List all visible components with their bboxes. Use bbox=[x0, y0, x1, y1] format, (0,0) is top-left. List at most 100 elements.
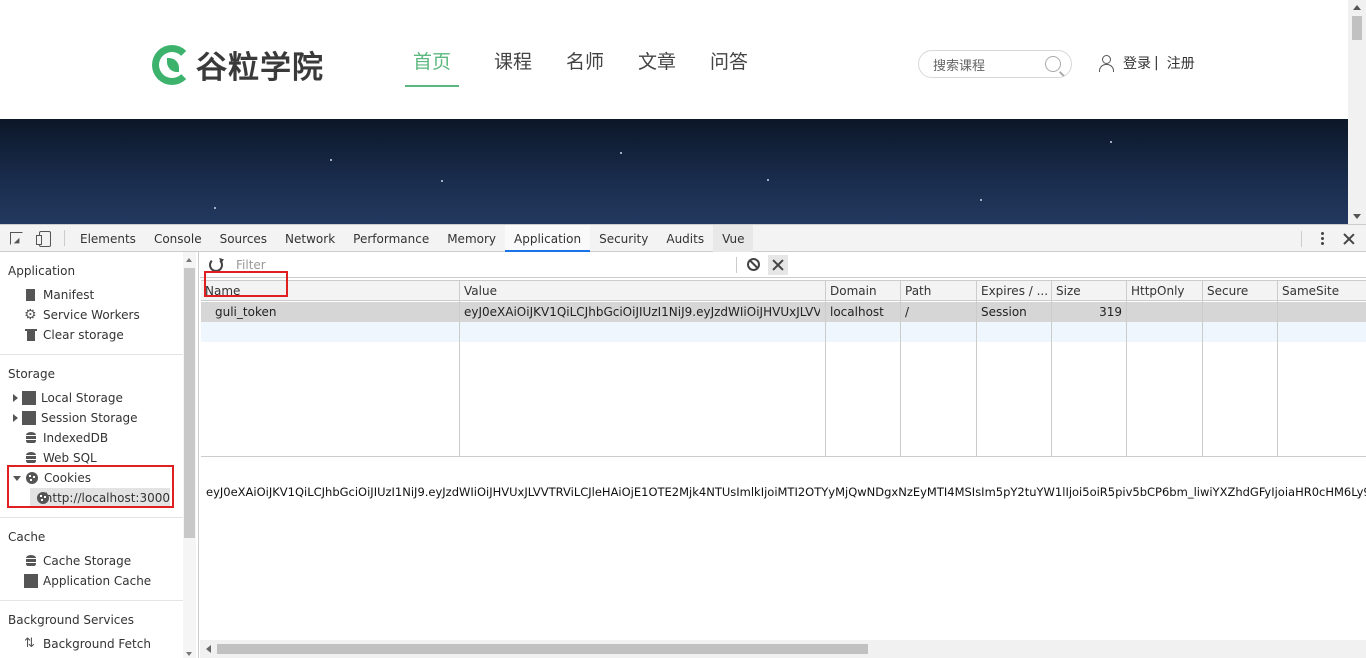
cell-expires[interactable]: Session bbox=[977, 302, 1051, 322]
cell-samesite[interactable] bbox=[1278, 302, 1366, 322]
cell-size[interactable]: 319 bbox=[1052, 302, 1126, 322]
sidebar-item-cache-storage[interactable]: Cache Storage bbox=[24, 551, 131, 571]
sidebar-item-application-cache[interactable]: Application Cache bbox=[24, 571, 151, 591]
header-value[interactable]: Value bbox=[460, 281, 825, 301]
header-samesite[interactable]: SameSite bbox=[1278, 281, 1366, 301]
horizontal-scroll-thumb[interactable] bbox=[217, 644, 868, 654]
site-logo[interactable]: 谷粒学院 bbox=[152, 42, 324, 87]
more-options-icon[interactable] bbox=[1314, 231, 1330, 247]
header-expires[interactable]: Expires / ... bbox=[977, 281, 1051, 301]
tab-security[interactable]: Security bbox=[590, 225, 657, 252]
logo-text: 谷粒学院 bbox=[196, 50, 324, 86]
tab-network[interactable]: Network bbox=[276, 225, 344, 252]
login-link[interactable]: 登录 bbox=[1123, 53, 1151, 73]
filter-input[interactable]: Filter bbox=[233, 254, 730, 275]
tab-memory[interactable]: Memory bbox=[438, 225, 505, 252]
nav-qa[interactable]: 问答 bbox=[693, 45, 765, 87]
sidebar-item-background-fetch[interactable]: Background Fetch bbox=[24, 634, 151, 654]
grid-icon bbox=[22, 411, 36, 425]
section-cache: Cache bbox=[8, 530, 46, 544]
page-scrollbar[interactable] bbox=[1348, 0, 1366, 224]
devtools-panel: Elements Console Sources Network Perform… bbox=[0, 224, 1366, 658]
horizontal-scrollbar[interactable] bbox=[200, 640, 1366, 658]
nav-courses[interactable]: 课程 bbox=[477, 45, 549, 87]
trash-icon bbox=[24, 328, 38, 342]
header-size[interactable]: Size bbox=[1052, 281, 1126, 301]
page-scroll-thumb[interactable] bbox=[1352, 16, 1362, 40]
sidebar-item-manifest[interactable]: Manifest bbox=[24, 285, 94, 305]
cookies-toolbar: Filter bbox=[200, 252, 1366, 278]
nav-teachers[interactable]: 名师 bbox=[549, 45, 621, 87]
database-icon bbox=[24, 451, 38, 465]
sidebar-item-label: Application Cache bbox=[43, 574, 152, 588]
search-placeholder: 搜索课程 bbox=[933, 58, 986, 74]
user-links: 登录 | 注册 bbox=[1097, 53, 1195, 73]
register-link[interactable]: 注册 bbox=[1167, 53, 1195, 73]
nav-articles[interactable]: 文章 bbox=[621, 45, 693, 87]
expand-arrow-icon[interactable] bbox=[13, 394, 18, 402]
banner-star bbox=[1110, 141, 1112, 143]
nav-home[interactable]: 首页 bbox=[405, 45, 459, 87]
sidebar-scroll-thumb[interactable] bbox=[184, 268, 195, 538]
cell-secure[interactable] bbox=[1203, 302, 1277, 322]
scroll-up-icon[interactable] bbox=[1353, 5, 1361, 10]
refresh-icon[interactable] bbox=[209, 257, 223, 272]
sidebar-item-label: Manifest bbox=[43, 288, 95, 302]
scroll-down-icon[interactable] bbox=[186, 652, 192, 656]
user-icon bbox=[1097, 54, 1115, 72]
banner-star bbox=[214, 207, 216, 209]
tab-application[interactable]: Application bbox=[505, 224, 591, 252]
scroll-down-icon[interactable] bbox=[1353, 214, 1361, 219]
main-nav: 首页 课程 名师 文章 问答 bbox=[405, 45, 765, 87]
header-domain[interactable]: Domain bbox=[826, 281, 900, 301]
sidebar-item-label: Background Fetch bbox=[43, 637, 151, 651]
hero-banner bbox=[0, 119, 1348, 224]
device-toolbar-icon[interactable] bbox=[34, 228, 54, 248]
devtools-controls bbox=[1301, 225, 1366, 252]
tab-performance[interactable]: Performance bbox=[344, 225, 438, 252]
search-icon[interactable] bbox=[1045, 56, 1061, 72]
banner-star bbox=[620, 152, 622, 154]
sidebar-item-indexeddb[interactable]: IndexedDB bbox=[24, 428, 108, 448]
site-header: 谷粒学院 首页 课程 名师 文章 问答 搜索课程 登录 | 注册 bbox=[0, 0, 1348, 119]
sidebar-divider bbox=[0, 354, 183, 355]
cell-path[interactable]: / bbox=[901, 302, 976, 322]
sidebar-item-label: Local Storage bbox=[41, 391, 123, 405]
sidebar-item-local-storage[interactable]: Local Storage bbox=[13, 388, 123, 408]
cell-domain[interactable]: localhost bbox=[826, 302, 900, 322]
application-sidebar: Application Manifest Service Workers Cle… bbox=[0, 252, 199, 658]
sidebar-item-label: Service Workers bbox=[43, 308, 140, 322]
tab-audits[interactable]: Audits bbox=[657, 225, 713, 252]
scroll-left-icon[interactable] bbox=[206, 645, 211, 653]
toolbar-divider bbox=[736, 256, 737, 273]
cell-value[interactable]: eyJ0eXAiOiJKV1QiLCJhbGciOiJIUzI1NiJ9.eyJ… bbox=[460, 302, 820, 322]
banner-star bbox=[767, 179, 769, 181]
inspect-element-icon[interactable] bbox=[7, 228, 27, 248]
expand-arrow-icon[interactable] bbox=[13, 414, 18, 422]
sidebar-item-service-workers[interactable]: Service Workers bbox=[24, 305, 140, 325]
close-devtools-icon[interactable] bbox=[1342, 232, 1356, 246]
clear-all-cookies-icon[interactable] bbox=[747, 258, 760, 271]
section-background-services: Background Services bbox=[8, 613, 135, 627]
header-httponly[interactable]: HttpOnly bbox=[1127, 281, 1202, 301]
tab-vue[interactable]: Vue bbox=[713, 224, 754, 252]
sidebar-scrollbar[interactable] bbox=[183, 252, 196, 658]
tab-console[interactable]: Console bbox=[145, 225, 211, 252]
header-secure[interactable]: Secure bbox=[1203, 281, 1277, 301]
grid-icon bbox=[22, 391, 36, 405]
cell-name[interactable]: guli_token bbox=[211, 302, 459, 322]
cell-httponly[interactable] bbox=[1127, 302, 1202, 322]
sidebar-item-clear-storage[interactable]: Clear storage bbox=[24, 325, 124, 345]
course-search-input[interactable]: 搜索课程 bbox=[918, 50, 1072, 78]
login-register-separator: | bbox=[1154, 55, 1159, 71]
highlight-box-cookies bbox=[7, 465, 174, 508]
cookie-value-preview[interactable]: eyJ0eXAiOiJKV1QiLCJhbGciOiJIUzI1NiJ9.eyJ… bbox=[206, 485, 1366, 499]
file-icon bbox=[24, 288, 38, 302]
delete-selected-icon[interactable] bbox=[768, 254, 788, 275]
header-path[interactable]: Path bbox=[901, 281, 976, 301]
scroll-up-icon[interactable] bbox=[186, 258, 192, 262]
database-icon bbox=[24, 431, 38, 445]
tab-sources[interactable]: Sources bbox=[211, 225, 276, 252]
tab-elements[interactable]: Elements bbox=[71, 225, 145, 252]
sidebar-item-session-storage[interactable]: Session Storage bbox=[13, 408, 138, 428]
